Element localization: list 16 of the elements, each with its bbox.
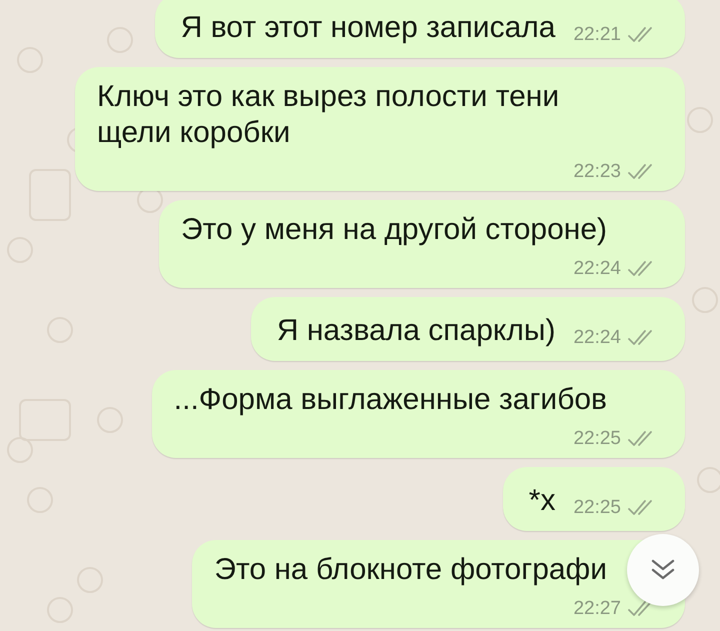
message-time: 22:21 bbox=[573, 24, 621, 46]
message-time: 22:25 bbox=[573, 428, 621, 450]
message-time: 22:23 bbox=[573, 161, 621, 183]
message-text: ...Форма выглаженные загибов bbox=[174, 382, 608, 418]
message-time: 22:27 bbox=[573, 598, 621, 620]
double-chevron-down-icon bbox=[650, 558, 676, 582]
message-time: 22:24 bbox=[573, 258, 621, 280]
scroll-down-button[interactable] bbox=[627, 534, 699, 606]
message-text: *х bbox=[528, 483, 556, 519]
message-text: Я назвала спарклы) bbox=[276, 313, 556, 349]
message-text: Я вот этот номер записала bbox=[180, 10, 556, 46]
message-text: Это у меня на другой стороне) bbox=[181, 212, 608, 248]
message-time: 22:24 bbox=[573, 327, 621, 349]
message-time: 22:25 bbox=[573, 497, 621, 519]
message-text: Ключ это как вырез полости тени щели коробки bbox=[97, 79, 560, 151]
message-text: Это на блокноте фотографи bbox=[214, 552, 608, 588]
